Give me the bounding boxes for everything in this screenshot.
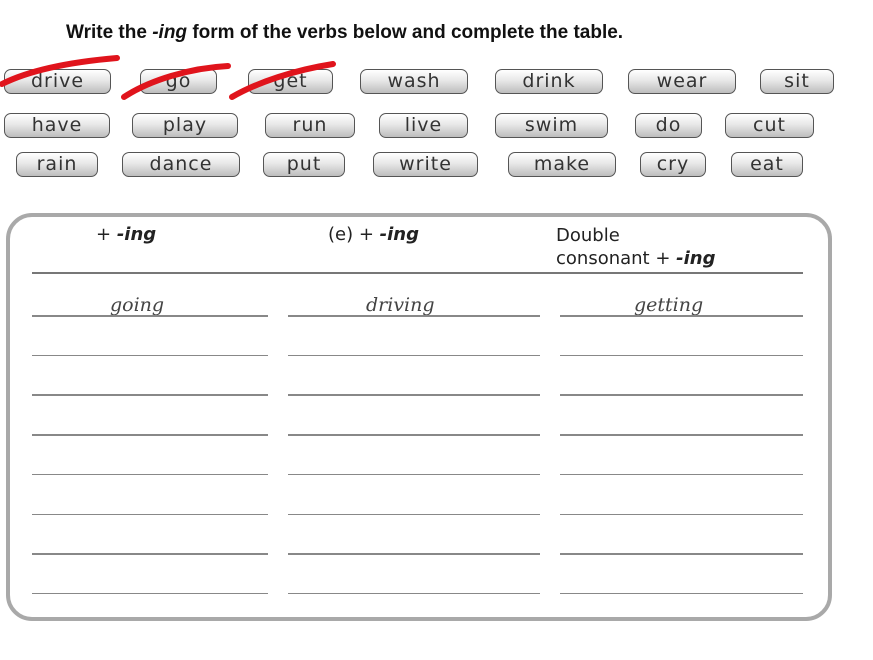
answer-line[interactable] <box>32 434 268 436</box>
word-pill-cut[interactable]: cut <box>725 113 814 138</box>
answer-line[interactable] <box>560 315 803 317</box>
column-header-e-plus-ing: (e) + -ing <box>328 224 419 245</box>
word-pill-put[interactable]: put <box>263 152 345 177</box>
header-divider <box>32 272 803 274</box>
word-pill-have[interactable]: have <box>4 113 110 138</box>
answer-line[interactable] <box>32 553 268 555</box>
word-pill-live[interactable]: live <box>379 113 468 138</box>
example-answer-driving: driving <box>366 294 435 316</box>
word-pill-wear[interactable]: wear <box>628 69 736 94</box>
word-pill-write[interactable]: write <box>373 152 478 177</box>
word-pill-get[interactable]: get <box>248 69 333 94</box>
column-header-double-consonant: Double consonant + -ing <box>556 225 716 269</box>
answer-line[interactable] <box>32 592 268 595</box>
word-pill-eat[interactable]: eat <box>731 152 803 177</box>
word-pill-cry[interactable]: cry <box>640 152 706 177</box>
word-pill-rain[interactable]: rain <box>16 152 98 177</box>
answer-line[interactable] <box>288 513 540 515</box>
answer-line[interactable] <box>32 315 268 317</box>
example-answer-going: going <box>110 294 165 316</box>
example-answer-getting: getting <box>634 294 704 316</box>
answer-line[interactable] <box>288 553 540 555</box>
word-pill-go[interactable]: go <box>140 69 217 94</box>
word-pill-drink[interactable]: drink <box>495 69 603 94</box>
word-pill-dance[interactable]: dance <box>122 152 240 177</box>
word-pill-do[interactable]: do <box>635 113 702 138</box>
word-pill-make[interactable]: make <box>508 152 616 177</box>
answer-line[interactable] <box>288 592 540 595</box>
answer-line[interactable] <box>560 553 803 555</box>
answer-line[interactable] <box>560 473 803 476</box>
answer-line[interactable] <box>32 513 268 515</box>
answer-line[interactable] <box>32 473 268 476</box>
instruction-title: Write the -ing form of the verbs below a… <box>66 22 624 43</box>
answer-line[interactable] <box>560 394 803 396</box>
answer-line[interactable] <box>288 354 540 357</box>
answer-line[interactable] <box>288 434 540 436</box>
strike-marks <box>0 55 336 100</box>
answer-line[interactable] <box>560 354 803 357</box>
answer-table-panel <box>6 213 832 621</box>
answer-line[interactable] <box>560 513 803 515</box>
answer-line[interactable] <box>32 394 268 396</box>
answer-line[interactable] <box>560 434 803 436</box>
answer-line[interactable] <box>288 394 540 396</box>
word-pill-run[interactable]: run <box>265 113 355 138</box>
answer-line[interactable] <box>32 354 268 357</box>
answer-line[interactable] <box>288 315 540 317</box>
answer-line[interactable] <box>288 473 540 476</box>
word-pill-drive[interactable]: drive <box>4 69 111 94</box>
column-header-plus-ing: + -ing <box>96 224 157 245</box>
word-pill-swim[interactable]: swim <box>495 113 608 138</box>
word-pill-play[interactable]: play <box>132 113 238 138</box>
word-pill-wash[interactable]: wash <box>360 69 468 94</box>
word-pill-sit[interactable]: sit <box>760 69 834 94</box>
answer-line[interactable] <box>560 592 803 595</box>
